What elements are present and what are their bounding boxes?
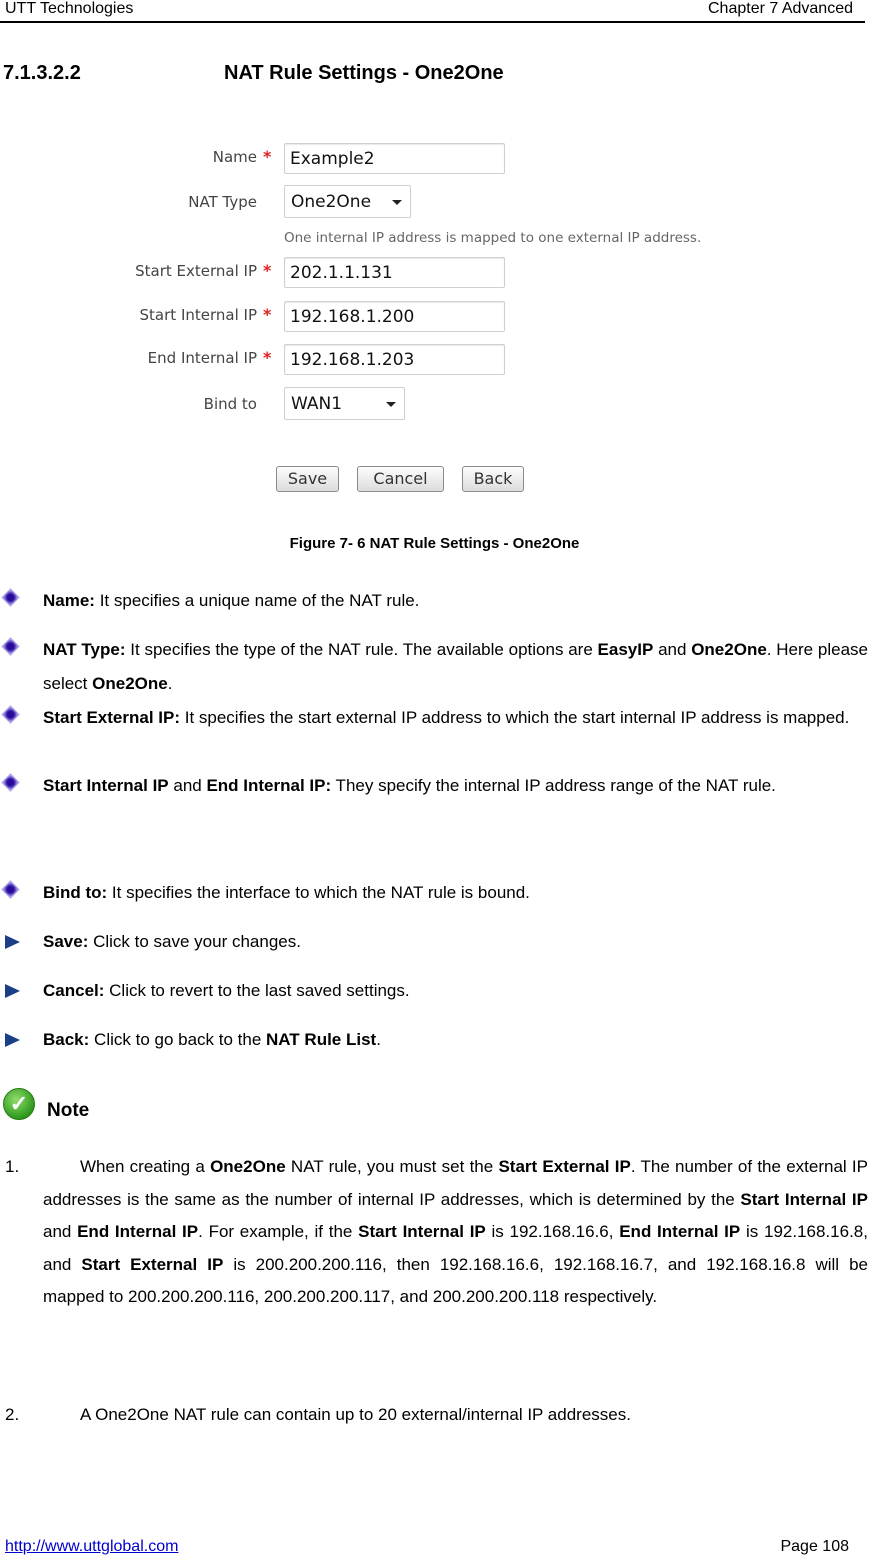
page-header: UTT Technologies Chapter 7 Advanced (0, 0, 865, 23)
save-button[interactable]: Save (276, 466, 339, 492)
term: Back: (43, 1030, 90, 1049)
diamond-bullet-icon (1, 880, 20, 899)
option-one2one: One2One (691, 640, 767, 659)
term: Save: (43, 932, 89, 951)
required-star: * (263, 261, 272, 280)
required-star: * (263, 305, 272, 324)
term: NAT Type: (43, 640, 126, 659)
note-label: Note (47, 1100, 90, 1121)
start-internal-ip-input[interactable]: 192.168.1.200 (284, 301, 505, 332)
bind-to-select[interactable]: WAN1 (284, 387, 405, 420)
cancel-button[interactable]: Cancel (357, 466, 444, 492)
name-label: Name (212, 148, 257, 166)
page-number: Page 108 (780, 1538, 849, 1555)
term: Start Internal IP (358, 1222, 486, 1241)
required-star: * (263, 147, 272, 166)
header-chapter: Chapter 7 Advanced (708, 0, 853, 17)
bind-to-value: WAN1 (291, 394, 343, 414)
description: . (376, 1030, 381, 1049)
description: and (168, 776, 207, 795)
bullet-internal-ip-range: Start Internal IP and End Internal IP: T… (43, 769, 868, 803)
section-heading: 7.1.3.2.2 NAT Rule Settings - One2One (3, 62, 504, 85)
start-external-ip-input[interactable]: 202.1.1.131 (284, 257, 505, 288)
start-external-ip-label: Start External IP (135, 262, 257, 280)
chevron-down-icon (386, 402, 396, 407)
bind-to-label: Bind to (203, 395, 257, 413)
description: Click to go back to the (89, 1030, 267, 1049)
term: Bind to: (43, 883, 108, 902)
figure-caption: Figure 7- 6 NAT Rule Settings - One2One (289, 535, 580, 552)
arrow-bullet-icon (5, 1033, 20, 1047)
term: Start Internal IP (43, 776, 169, 795)
text: When creating a (80, 1157, 211, 1176)
nat-type-select[interactable]: One2One (284, 185, 411, 218)
option-one2one: One2One (92, 674, 168, 693)
text: is 192.168.16.6, (485, 1222, 620, 1241)
website-link[interactable]: http://www.uttglobal.com (5, 1538, 178, 1556)
note-item-2: A One2One NAT rule can contain up to 20 … (43, 1399, 868, 1432)
description: It specifies the start external IP addre… (180, 708, 850, 727)
section-title: NAT Rule Settings - One2One (224, 62, 504, 84)
note-item-1: When creating a One2One NAT rule, you mu… (43, 1151, 868, 1314)
note-number: 2. (5, 1405, 20, 1424)
description: . (167, 674, 173, 693)
diamond-bullet-icon (1, 773, 20, 792)
description: It specifies the interface to which the … (107, 883, 530, 902)
bullet-start-external-ip: Start External IP: It specifies the star… (43, 701, 868, 735)
text: A One2One NAT rule can contain up to 20 … (80, 1405, 631, 1424)
term: Name: (43, 591, 95, 610)
section-number: 7.1.3.2.2 (3, 62, 81, 84)
option-easyip: EasyIP (597, 640, 654, 659)
term: End Internal IP: (206, 776, 332, 795)
checkmark-icon: ✓ (3, 1088, 35, 1120)
description: Click to revert to the last saved settin… (104, 981, 410, 1000)
term: End Internal IP (77, 1222, 199, 1241)
text: NAT rule, you must set the (285, 1157, 499, 1176)
back-button[interactable]: Back (462, 466, 524, 492)
action-back: Back: Click to go back to the NAT Rule L… (43, 1023, 868, 1057)
diamond-bullet-icon (1, 637, 20, 656)
term: Start Internal IP (740, 1189, 868, 1209)
term: One2One (210, 1157, 286, 1176)
end-internal-ip-label: End Internal IP (147, 349, 257, 367)
header-company: UTT Technologies (5, 0, 134, 17)
note-number: 1. (5, 1157, 20, 1176)
arrow-bullet-icon (5, 984, 20, 998)
description: It specifies the type of the NAT rule. T… (125, 640, 598, 659)
term: Start External IP: (43, 708, 180, 727)
description: They specify the internal IP address ran… (331, 776, 776, 795)
nat-rule-list-term: NAT Rule List (266, 1030, 377, 1049)
nat-type-value: One2One (291, 192, 372, 212)
term: Start External IP (498, 1157, 631, 1176)
name-input[interactable]: Example2 (284, 143, 505, 174)
action-save: Save: Click to save your changes. (43, 925, 868, 959)
description: Click to save your changes. (88, 932, 301, 951)
bullet-bind-to: Bind to: It specifies the interface to w… (43, 876, 868, 910)
bullet-nat-type: NAT Type: It specifies the type of the N… (43, 633, 868, 701)
end-internal-ip-input[interactable]: 192.168.1.203 (284, 344, 505, 375)
term: End Internal IP (619, 1222, 741, 1241)
action-cancel: Cancel: Click to revert to the last save… (43, 974, 868, 1008)
chevron-down-icon (392, 200, 402, 205)
text: . For example, if the (198, 1222, 359, 1241)
arrow-bullet-icon (5, 935, 20, 949)
term: Start External IP (81, 1254, 224, 1274)
diamond-bullet-icon (1, 705, 20, 724)
bullet-name: Name: It specifies a unique name of the … (43, 584, 868, 618)
nat-type-label: NAT Type (188, 193, 257, 211)
nat-type-hint: One internal IP address is mapped to one… (284, 230, 702, 246)
diamond-bullet-icon (1, 588, 20, 607)
start-internal-ip-label: Start Internal IP (139, 306, 257, 324)
nat-rule-form-figure: Name * Example2 NAT Type One2One One int… (0, 130, 869, 510)
term: Cancel: (43, 981, 105, 1000)
text: and (43, 1222, 78, 1241)
description: It specifies a unique name of the NAT ru… (94, 591, 420, 610)
required-star: * (263, 348, 272, 367)
description: and (653, 640, 692, 659)
